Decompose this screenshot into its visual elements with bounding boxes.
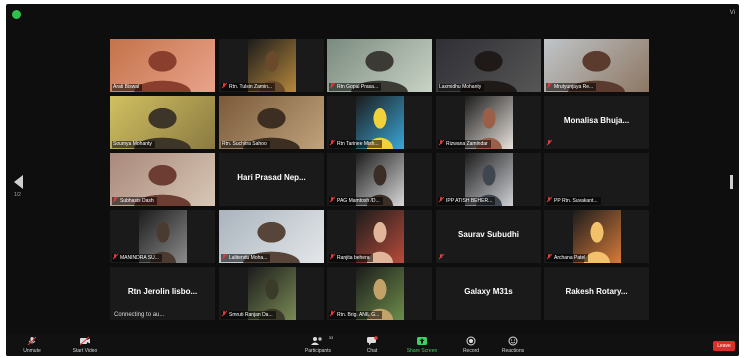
- participant-tile[interactable]: Rtn. Brig. ANIL G...: [327, 267, 432, 320]
- participant-name-label: Mrutyunjaya Re...: [546, 83, 597, 91]
- muted-microphone-icon: [330, 197, 335, 203]
- participant-tile[interactable]: Galaxy M31s: [436, 267, 541, 320]
- connecting-audio-status: Connecting to au...: [114, 312, 165, 318]
- chat-icon: [367, 336, 378, 346]
- participant-display-name: Hari Prasad Nep...: [237, 173, 306, 182]
- muted-microphone-icon: [547, 254, 552, 260]
- record-label: Record: [462, 348, 480, 354]
- participant-name-label: Rtn Tarinee Mish...: [329, 140, 382, 148]
- participant-tile[interactable]: Rtn Tarinee Mish...: [327, 96, 432, 149]
- participant-tile[interactable]: Rtn Gopal Prasa...: [327, 39, 432, 92]
- participant-tile[interactable]: Monalisa Bhuja...: [544, 96, 649, 149]
- participant-tile[interactable]: Rtn. Suchitra Sahoo: [219, 96, 324, 149]
- meeting-toolbar: Unmute Start Video Participants 33 Chat …: [6, 334, 739, 356]
- muted-microphone-icon: [330, 311, 335, 317]
- muted-microphone-icon: [547, 197, 552, 203]
- participant-tile[interactable]: Ranjita behera: [327, 210, 432, 263]
- participant-tile[interactable]: Rtn Jerolin Iisbo... Connecting to au...: [110, 267, 215, 320]
- participant-display-name: Saurav Subudhi: [458, 230, 519, 239]
- participant-name-label: PAG Mamtosh /D...: [329, 197, 383, 205]
- participant-name-label: Rtn. Suchitra Sahoo: [221, 141, 270, 148]
- participant-tile[interactable]: Lalitendu Moha...: [219, 210, 324, 263]
- unmute-label: Unmute: [23, 348, 41, 354]
- participant-tile[interactable]: IPP ATISH BEHER...: [436, 153, 541, 206]
- share-screen-button[interactable]: Share Screen: [400, 336, 444, 354]
- start-video-label: Start Video: [72, 348, 98, 354]
- video-off-icon: [79, 336, 90, 346]
- participant-name-label: Lalitendu Moha...: [221, 254, 271, 262]
- participant-name-label: Ranjita behera: [329, 254, 373, 262]
- reactions-smiley-icon: [508, 336, 518, 346]
- muted-microphone-icon: [330, 254, 335, 260]
- participant-tile[interactable]: Rakesh Rotary...: [544, 267, 649, 320]
- page-indicator: 1/2: [14, 192, 21, 198]
- participant-display-name: Monalisa Bhuja...: [563, 116, 630, 125]
- muted-microphone-icon: [330, 140, 335, 146]
- participant-tile[interactable]: Soumya Mohanty: [110, 96, 215, 149]
- zoom-meeting-window: Vi Arati Biswal Rtn. Tulsin Zamin... Rtn G…: [6, 4, 739, 356]
- share-screen-label: Share Screen: [406, 348, 438, 354]
- participant-name-label: Rizwana Zamindar: [438, 140, 491, 148]
- participant-name-label: Rtn Gopal Prasa...: [329, 83, 382, 91]
- participant-tile[interactable]: Subhasis Dash: [110, 153, 215, 206]
- reactions-button[interactable]: Reactions: [496, 336, 530, 354]
- share-screen-icon: [417, 337, 427, 345]
- participant-tile[interactable]: PP Rtn. Suvakant...: [544, 153, 649, 206]
- chat-button[interactable]: Chat: [360, 336, 384, 354]
- participant-tile[interactable]: Mrutyunjaya Re...: [544, 39, 649, 92]
- participant-name-label: [438, 254, 449, 262]
- participants-icon: [311, 337, 322, 345]
- participant-tile[interactable]: Laxmidhu Mohanty: [436, 39, 541, 92]
- start-video-button[interactable]: Start Video: [64, 336, 106, 354]
- muted-microphone-icon: [439, 254, 444, 260]
- leave-button[interactable]: Leave: [713, 341, 735, 351]
- participant-name-label: IPP ATISH BEHER...: [438, 197, 496, 205]
- unmute-button[interactable]: Unmute: [16, 336, 48, 354]
- next-page-arrow-icon[interactable]: [730, 175, 733, 189]
- participant-tile[interactable]: Rtn. Tulsin Zamin...: [219, 39, 324, 92]
- participant-name-label: Smruti Ranjan Da...: [221, 311, 276, 319]
- participant-tile[interactable]: PAG Mamtosh /D...: [327, 153, 432, 206]
- muted-microphone-icon: [439, 140, 444, 146]
- participant-display-name: Galaxy M31s: [464, 287, 513, 296]
- participant-tile[interactable]: Saurav Subudhi: [436, 210, 541, 263]
- muted-microphone-icon: [330, 83, 335, 89]
- gallery-view-grid: Arati Biswal Rtn. Tulsin Zamin... Rtn Gopa…: [6, 4, 739, 334]
- microphone-muted-icon: [27, 336, 37, 346]
- participant-name-label: Subhasis Dash: [112, 197, 157, 205]
- participant-tile[interactable]: Smruti Ranjan Da...: [219, 267, 324, 320]
- participant-name-label: Laxmidhu Mohanty: [438, 84, 485, 91]
- participant-name-label: Rtn. Brig. ANIL G...: [329, 311, 383, 319]
- participant-display-name: Rakesh Rotary...: [565, 287, 628, 296]
- participant-name-label: Soumya Mohanty: [112, 141, 155, 148]
- muted-microphone-icon: [113, 197, 118, 203]
- muted-microphone-icon: [113, 254, 118, 260]
- muted-microphone-icon: [222, 83, 227, 89]
- muted-microphone-icon: [222, 254, 227, 260]
- record-button[interactable]: Record: [458, 336, 484, 354]
- participant-name-label: Arati Biswal: [112, 84, 143, 91]
- muted-microphone-icon: [222, 311, 227, 317]
- participant-name-label: MANINDRA SU...: [112, 254, 162, 262]
- participant-name-label: PP Rtn. Suvakant...: [546, 197, 601, 205]
- record-icon: [466, 336, 476, 346]
- participants-count: 33: [328, 335, 334, 340]
- reactions-label: Reactions: [501, 348, 525, 354]
- chat-label: Chat: [366, 348, 378, 354]
- participant-name-label: Rtn. Tulsin Zamin...: [221, 83, 276, 91]
- participant-tile[interactable]: Arati Biswal: [110, 39, 215, 92]
- participant-tile[interactable]: Archana Patel: [544, 210, 649, 263]
- muted-microphone-icon: [547, 140, 552, 146]
- participant-name-label: [546, 140, 557, 148]
- previous-page-arrow-icon[interactable]: [14, 175, 23, 189]
- participant-tile[interactable]: MANINDRA SU...: [110, 210, 215, 263]
- participant-name-label: Archana Patel: [546, 254, 589, 262]
- muted-microphone-icon: [547, 83, 552, 89]
- muted-microphone-icon: [439, 197, 444, 203]
- participants-label: Participants: [304, 348, 332, 354]
- participant-tile[interactable]: Hari Prasad Nep...: [219, 153, 324, 206]
- participant-display-name: Rtn Jerolin Iisbo...: [127, 287, 198, 296]
- participant-tile[interactable]: Rizwana Zamindar: [436, 96, 541, 149]
